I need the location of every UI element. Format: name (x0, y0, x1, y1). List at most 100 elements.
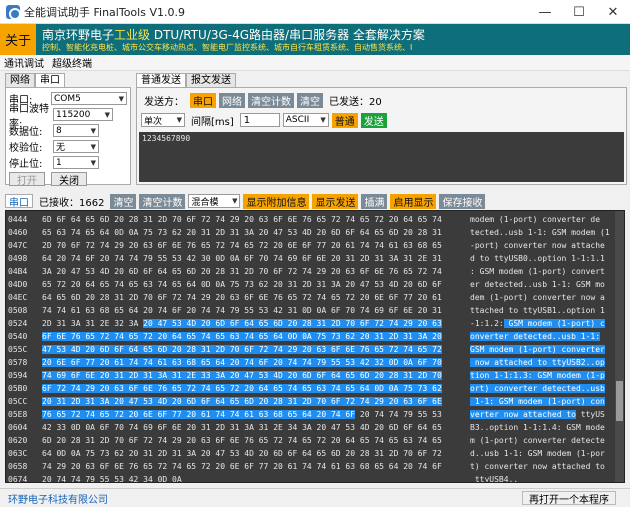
text-row: d..usb 1-1: GSM modem (1-por (470, 447, 616, 460)
stopbits-label: 停止位: (9, 159, 43, 170)
tab-normal-send[interactable]: 普通发送 (136, 73, 186, 87)
hex-row: 05CC 20 31 2D 31 3A 20 47 53 4D 20 6D 6F … (8, 395, 468, 408)
hex-address: 05B0 (8, 384, 28, 393)
hex-address: 063C (8, 449, 28, 458)
hex-row: 0620 6D 20 28 31 2D 70 6F 72 74 29 20 63 … (8, 434, 468, 447)
parity-select[interactable]: 无 ▼ (53, 140, 99, 153)
tab-packet-send[interactable]: 报文发送 (186, 73, 236, 87)
hex-bytes: 3A 20 47 53 4D 20 6D 6F 64 65 6D 20 28 3… (42, 267, 442, 276)
ad-banner: 关于 南京环野电子工业级 DTU/RTU/3G-4G路由器/串口服务器 全套解决… (0, 24, 630, 55)
hex-row: 0460 65 63 74 65 64 0D 0A 75 73 62 20 31 … (8, 226, 468, 239)
hex-bytes-selected: 20 31 2D 31 3A 20 47 53 4D 20 6D 6F 64 6… (42, 397, 442, 406)
hex-bytes-selected: 20 6E 6F 77 20 61 74 74 61 63 68 65 64 2… (42, 358, 442, 367)
send-textarea[interactable]: 1234567890 (139, 132, 624, 182)
maximize-button[interactable]: ☐ (562, 0, 596, 24)
text-chars: d..usb 1-1: GSM modem (1-por (470, 449, 605, 458)
save-recv-button[interactable]: 保存接收 (439, 193, 486, 209)
port-select[interactable]: COM5 ▼ (51, 92, 127, 105)
text-row: -port) converter now attache (470, 239, 616, 252)
hex-bytes-selected: 6F 72 74 29 20 63 6F 6E 76 65 72 74 65 7… (42, 384, 442, 393)
clear-recv-count-button[interactable]: 清空计数 (139, 193, 186, 209)
hex-row: 0578 20 6E 6F 77 20 61 74 74 61 63 68 65 … (8, 356, 468, 369)
text-chars-selected: verter now attached to (470, 410, 576, 419)
hex-bytes-selected: 47 53 4D 20 6D 6F 64 65 6D 20 28 31 2D 7… (42, 345, 442, 354)
close-button[interactable]: ✕ (596, 0, 630, 24)
hex-address: 04EC (8, 293, 28, 302)
recv-tab-serial[interactable]: 串口 (5, 194, 33, 209)
text-chars: ttyUSB4.. (470, 475, 519, 483)
open-port-button[interactable]: 打开 (9, 172, 45, 187)
hex-row: 0498 64 20 74 6F 20 74 74 79 55 53 42 30 … (8, 252, 468, 265)
stopbits-value: 1 (56, 157, 62, 168)
repeat-mode-select[interactable]: 单次 ▼ (141, 113, 185, 127)
hex-address: 0498 (8, 254, 28, 263)
enable-show-button[interactable]: 启用显示 (390, 193, 437, 209)
send-button[interactable]: 发送 (360, 112, 387, 128)
text-chars: er detected..usb 1-1: GSM mo (470, 280, 605, 289)
hex-row: 0674 20 74 74 79 55 53 42 34 0D 0A (8, 473, 468, 482)
hex-address: 0444 (8, 215, 28, 224)
databits-select[interactable]: 8 ▼ (53, 124, 99, 137)
clear-recv-button[interactable]: 清空 (110, 193, 137, 209)
clear-count-button[interactable]: 清空计数 (248, 92, 294, 108)
mode-network-button[interactable]: 网络 (219, 92, 245, 108)
stopbits-select[interactable]: 1 ▼ (53, 156, 99, 169)
hex-row: 055C 47 53 4D 20 6D 6F 64 65 6D 20 28 31 … (8, 343, 468, 356)
hex-bytes-selected: 76 65 72 74 65 72 20 6E 6F 77 20 61 74 7… (42, 410, 356, 419)
hex-column: 0444 6D 6F 64 65 6D 20 28 31 2D 70 6F 72 … (8, 213, 468, 482)
text-row: B3..option 1-1:1.4: GSM mode (470, 421, 616, 434)
hex-bytes: 64 0D 0A 75 73 62 20 31 2D 31 3A 20 47 5… (42, 449, 442, 458)
text-row: ttached to ttyUSB1..option 1 (470, 304, 616, 317)
tab-serial[interactable]: 串口 (35, 73, 65, 87)
hex-bytes: 74 29 20 63 6F 6E 76 65 72 74 65 72 20 6… (42, 462, 442, 471)
interval-input[interactable]: 1 (239, 113, 280, 127)
serial-settings-panel: 网络 串口 串口: COM5 ▼ 串口波特率: 115200 ▼ 数据位: 8 ▼ 校… (5, 73, 131, 187)
tab-network[interactable]: 网络 (5, 73, 35, 87)
hex-row: 0444 6D 6F 64 65 6D 20 28 31 2D 70 6F 72 … (8, 213, 468, 226)
hex-address: 0620 (8, 436, 28, 445)
scrollbar-thumb[interactable] (616, 381, 623, 421)
chevron-down-icon: ▼ (176, 116, 182, 124)
wrap-button[interactable]: 插满 (361, 193, 388, 209)
close-port-button[interactable]: 关闭 (51, 172, 87, 187)
hex-bytes: 64 65 6D 20 28 31 2D 70 6F 72 74 29 20 6… (42, 293, 442, 302)
show-extra-button[interactable]: 显示附加信息 (243, 193, 310, 209)
display-mode-select[interactable]: 混合模 ▼ (188, 194, 241, 208)
hex-row: 0508 74 74 61 63 68 65 64 20 74 6F 20 74 … (8, 304, 468, 317)
port-value: COM5 (54, 93, 81, 104)
hex-bytes: 65 72 20 64 65 74 65 63 74 65 64 0D 0A 7… (42, 280, 442, 289)
menu-comm-debug[interactable]: 通讯调试 (0, 55, 48, 70)
open-new-instance-button[interactable]: 再打开一个本程序 (522, 491, 616, 506)
send-mode-label: 发送方： (144, 96, 184, 108)
text-row: er detected..usb 1-1: GSM mo (470, 278, 616, 291)
receive-area[interactable]: 0444 6D 6F 64 65 6D 20 28 31 2D 70 6F 72 … (5, 210, 625, 483)
hex-row: 04D0 65 72 20 64 65 74 65 63 74 65 64 0D … (8, 278, 468, 291)
show-send-button[interactable]: 显示发送 (312, 193, 359, 209)
hex-row: 0540 6F 6E 76 65 72 74 65 72 20 64 65 74 … (8, 330, 468, 343)
hex-row: 063C 64 0D 0A 75 73 62 20 31 2D 31 3A 20 … (8, 447, 468, 460)
normal-button[interactable]: 普通 (331, 112, 358, 128)
mode-serial-button[interactable]: 串口 (190, 92, 216, 108)
clear-send-button[interactable]: 清空 (297, 92, 323, 108)
banner-headline-pre: 南京环野电子 (42, 28, 115, 42)
encoding-select[interactable]: ASCII ▼ (282, 113, 329, 127)
about-button[interactable]: 关于 (0, 24, 36, 55)
baud-select[interactable]: 115200 ▼ (53, 108, 113, 121)
text-chars: -port) converter now attache (470, 241, 605, 250)
text-row: dem (1-port) converter now a (470, 291, 616, 304)
text-row: tion 1-1:1.3: GSM modem (1-p (470, 369, 616, 382)
menu-bar: 通讯调试 超级终端 (0, 55, 630, 71)
text-chars: tected..usb 1-1: GSM modem (1 (470, 228, 610, 237)
text-column: modem (1-port) converter de tected..usb 1… (470, 213, 616, 483)
databits-label: 数据位: (9, 127, 43, 138)
text-row: verter now attached to ttyUS (470, 408, 616, 421)
receive-scrollbar[interactable] (615, 211, 624, 482)
minimize-button[interactable]: — (528, 0, 562, 24)
text-chars-selected: now attached to ttyUSB2..op (470, 358, 605, 367)
hex-address: 05CC (8, 397, 28, 406)
chevron-down-icon: ▼ (104, 110, 110, 119)
hex-address: 0604 (8, 423, 28, 432)
hex-address: 047C (8, 241, 28, 250)
menu-super-terminal[interactable]: 超级终端 (48, 55, 96, 70)
encoding-value: ASCII (285, 115, 310, 125)
